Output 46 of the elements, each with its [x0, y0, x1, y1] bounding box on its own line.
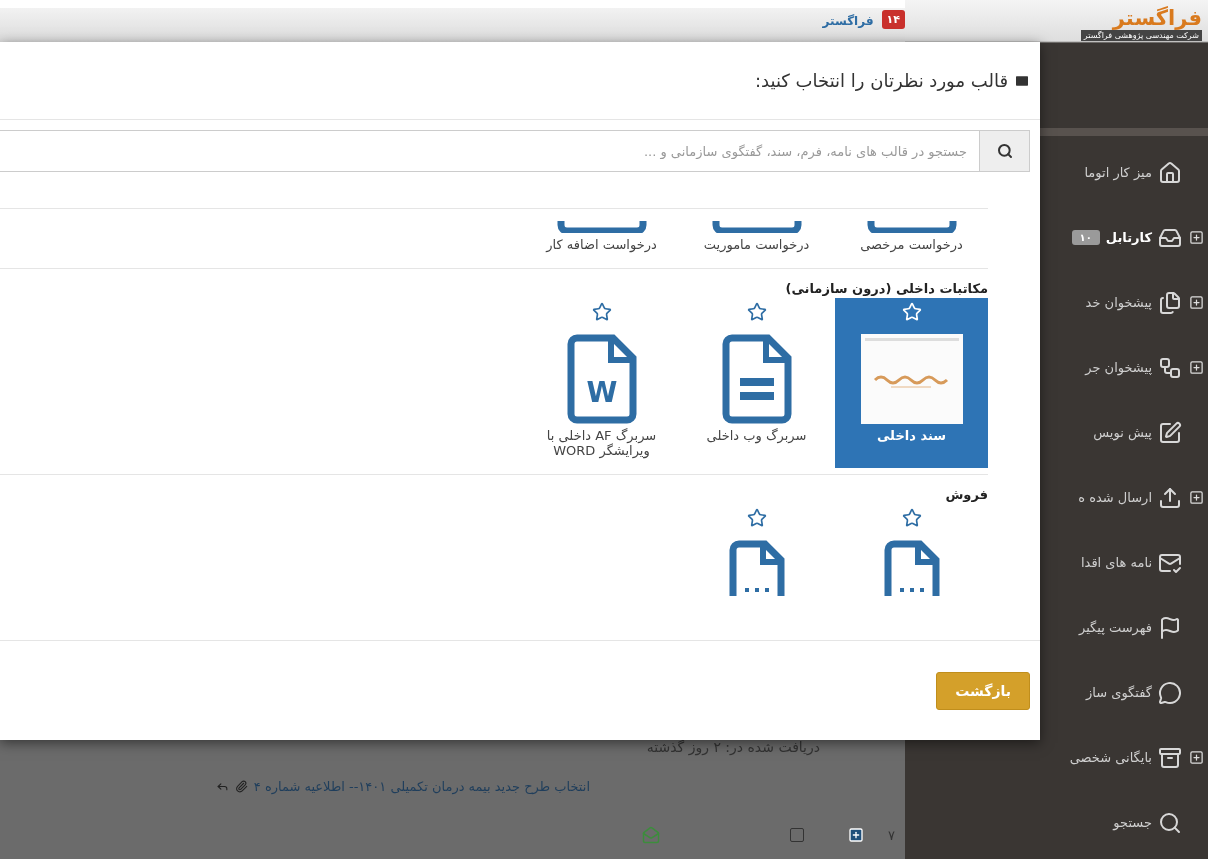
- word-document-icon: W: [566, 334, 637, 424]
- row-number: ۷: [888, 827, 895, 843]
- document-icon: [866, 219, 957, 233]
- expand-icon[interactable]: [1189, 750, 1204, 765]
- document-icon: [721, 334, 792, 424]
- logo: فراگستر: [1112, 6, 1202, 30]
- template-tile[interactable]: درخواست ماموریت: [680, 215, 833, 262]
- search-icon: [1158, 810, 1182, 835]
- sidebar-item[interactable]: نامه های اقدا: [905, 530, 1208, 595]
- search-icon: [996, 143, 1013, 159]
- logo-tagline: شرکت مهندسی پژوهشی فراگستر: [1080, 30, 1202, 41]
- notification-badge: ۱۴: [881, 10, 905, 29]
- section-title: مکاتبات داخلی (درون سازمانی): [784, 281, 988, 296]
- workflow-icon: [1158, 355, 1182, 380]
- star-icon[interactable]: [746, 508, 767, 528]
- star-icon[interactable]: [901, 508, 922, 528]
- search-button[interactable]: [979, 131, 1029, 171]
- template-tile[interactable]: درخواست اضافه کار: [525, 215, 678, 262]
- document-icon: [556, 219, 647, 233]
- row-checkbox[interactable]: [790, 828, 804, 842]
- dialog-title: قالب مورد نظرتان را انتخاب کنید:: [754, 70, 1008, 91]
- upload-icon: [1158, 485, 1182, 510]
- expand-icon[interactable]: [1189, 490, 1204, 505]
- sidebar-item[interactable]: بایگانی شخصی: [905, 725, 1208, 790]
- count-badge: ۱۰: [1071, 230, 1100, 245]
- flag-icon: [1158, 615, 1182, 640]
- template-tile[interactable]: سربرگ وب داخلی: [680, 298, 833, 468]
- archive-icon: [1158, 745, 1182, 770]
- paperclip-icon: [234, 779, 248, 793]
- template-tile[interactable]: سند داخلی: [835, 298, 988, 468]
- expand-icon[interactable]: [1189, 360, 1204, 375]
- chat-icon: [1158, 680, 1182, 705]
- document-icon: [711, 219, 802, 233]
- search-field[interactable]: جستجو در قالب های نامه، فرم، سند، گفتگوی سازمانی و ...: [0, 130, 1030, 172]
- files-icon: [1158, 290, 1182, 315]
- template-tile[interactable]: درخواست مرخصی: [835, 215, 988, 262]
- brand-link[interactable]: فراگستر: [822, 14, 874, 28]
- star-icon[interactable]: [746, 302, 767, 322]
- pen-icon: [1158, 420, 1182, 445]
- sidebar-item[interactable]: فهرست پیگیر: [905, 595, 1208, 660]
- sidebar-item[interactable]: جستجو: [905, 790, 1208, 855]
- expand-icon[interactable]: [1189, 295, 1204, 310]
- section-title: فروش: [944, 487, 988, 502]
- house-icon: [1158, 160, 1182, 185]
- star-icon[interactable]: [591, 302, 612, 322]
- expand-icon[interactable]: [1189, 230, 1204, 245]
